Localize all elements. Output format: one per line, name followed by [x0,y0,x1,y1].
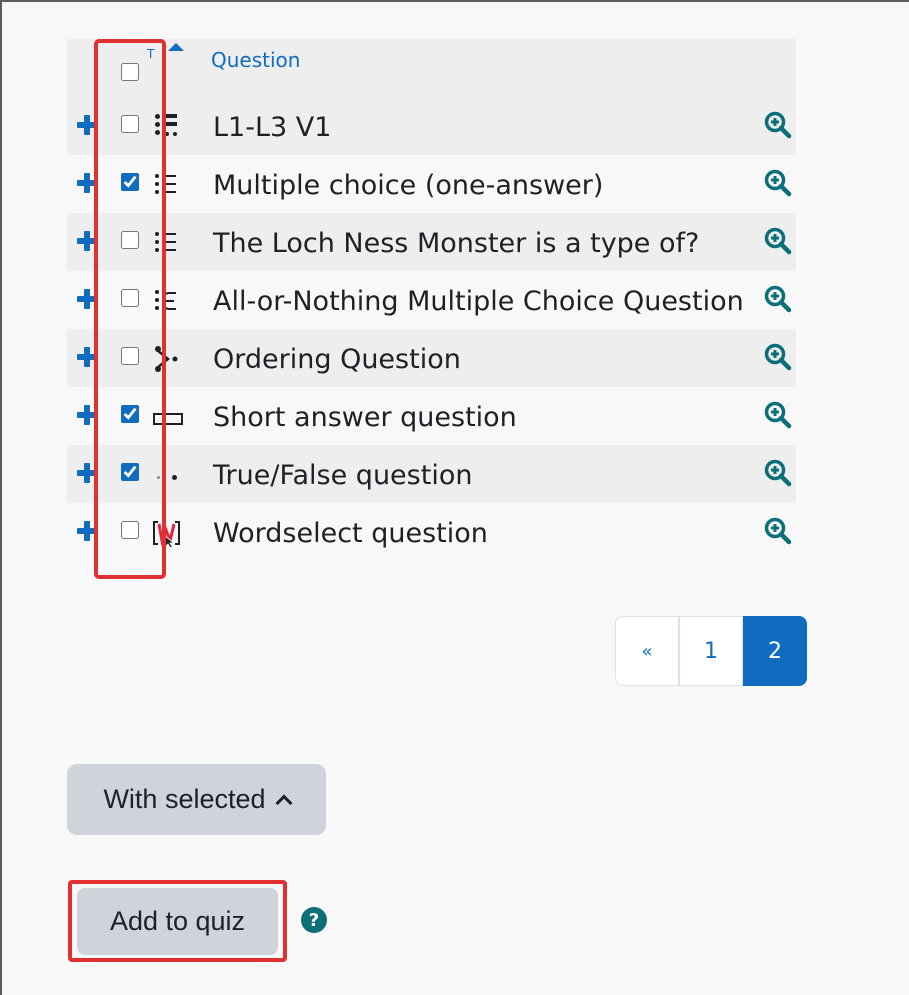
table-row: Multiple choice (one-answer) [67,155,796,213]
add-to-quiz-plus-icon[interactable] [77,521,97,541]
select-all-checkbox[interactable] [121,63,139,81]
add-to-quiz-plus-icon[interactable] [77,289,97,309]
table-row: Wordselect question [67,503,796,561]
row-checkbox[interactable] [121,347,139,365]
question-name: The Loch Ness Monster is a type of? [213,228,700,259]
wordselect-icon [153,519,187,547]
qtype-sort-link[interactable]: T [147,47,154,61]
add-to-quiz-plus-icon[interactable] [77,405,97,425]
table-row: L1-L3 V1 [67,97,796,155]
with-selected-button[interactable]: With selected [67,764,326,835]
preview-zoom-icon[interactable] [764,343,792,371]
add-to-quiz-plus-icon[interactable] [77,173,97,193]
add-to-quiz-plus-icon[interactable] [77,463,97,483]
question-name: Short answer question [213,402,517,433]
row-checkbox[interactable] [121,463,139,481]
table-row: All-or-Nothing Multiple Choice Question [67,271,796,329]
ordering-icon [153,345,187,373]
pagination-page-2[interactable]: 2 [743,616,807,686]
question-name: L1-L3 V1 [213,112,332,143]
pagination: « 1 2 [615,616,807,686]
with-selected-label: With selected [103,784,266,814]
add-to-quiz-plus-icon[interactable] [77,115,97,135]
preview-zoom-icon[interactable] [764,459,792,487]
chevron-up-icon [275,794,293,811]
question-column-header[interactable]: Question [211,48,300,72]
preview-zoom-icon[interactable] [764,401,792,429]
question-name: Ordering Question [213,344,461,375]
add-to-quiz-button[interactable]: Add to quiz [77,888,278,955]
row-checkbox[interactable] [121,115,139,133]
preview-zoom-icon[interactable] [764,169,792,197]
sort-ascending-icon [168,43,184,51]
row-checkbox[interactable] [121,289,139,307]
all-or-nothing-icon [153,287,187,315]
row-checkbox[interactable] [121,521,139,539]
preview-zoom-icon[interactable] [764,517,792,545]
question-name: Multiple choice (one-answer) [213,170,604,201]
row-checkbox[interactable] [121,405,139,423]
question-name: Wordselect question [213,518,488,549]
add-to-quiz-plus-icon[interactable] [77,347,97,367]
multichoice-icon [153,229,187,257]
preview-zoom-icon[interactable] [764,227,792,255]
preview-zoom-icon[interactable] [764,111,792,139]
question-name: All-or-Nothing Multiple Choice Question [213,286,744,317]
question-bank-table: T Question L1-L3 V1 Multiple choice (one… [67,39,796,561]
table-header: T Question [67,39,796,97]
help-icon[interactable]: ? [301,907,327,933]
row-checkbox[interactable] [121,231,139,249]
table-row: True/False question [67,445,796,503]
short-answer-icon [153,403,187,431]
add-to-quiz-plus-icon[interactable] [77,231,97,251]
calculated-question-icon [153,113,187,141]
window-border-top [0,0,909,2]
truefalse-icon [153,461,187,489]
preview-zoom-icon[interactable] [764,285,792,313]
pagination-previous[interactable]: « [615,616,679,686]
row-checkbox[interactable] [121,173,139,191]
multichoice-icon [153,171,187,199]
table-row: The Loch Ness Monster is a type of? [67,213,796,271]
window-border-left [0,0,2,995]
question-name: True/False question [213,460,473,491]
table-row: Ordering Question [67,329,796,387]
pagination-page-1[interactable]: 1 [679,616,743,686]
table-row: Short answer question [67,387,796,445]
